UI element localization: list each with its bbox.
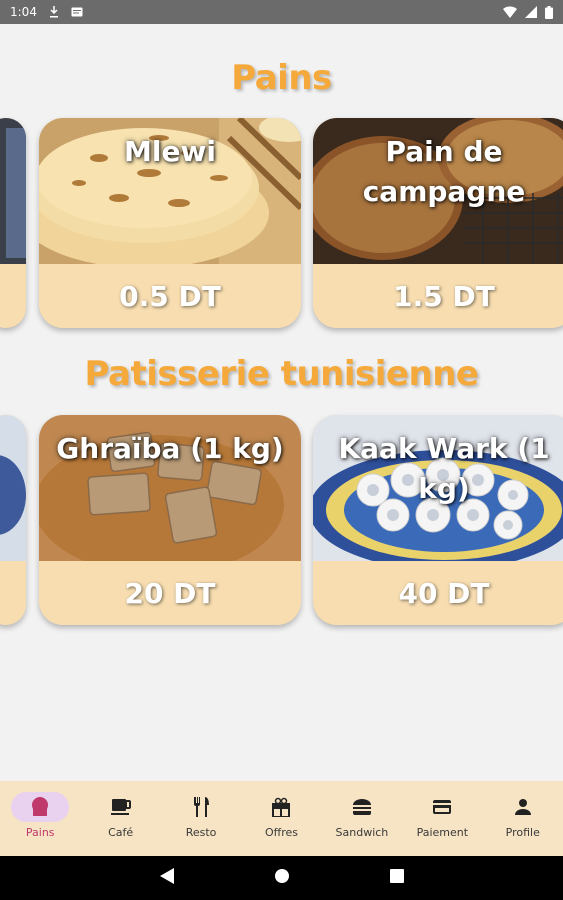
wifi-icon — [503, 6, 517, 18]
product-name: Mlewi — [124, 135, 216, 168]
battery-icon — [545, 5, 553, 19]
nav-item-sandwich[interactable]: Sandwich — [322, 781, 402, 856]
status-time: 1:04 — [10, 5, 37, 19]
nav-item-pains[interactable]: Pains — [0, 781, 80, 856]
product-card-partial[interactable] — [0, 118, 26, 328]
home-icon[interactable] — [274, 868, 290, 889]
download-icon — [49, 6, 59, 18]
bread-icon — [32, 797, 49, 816]
gift-icon — [272, 797, 291, 817]
section-title-patisserie: Patisserie tunisienne — [84, 354, 479, 394]
product-card-pain-de-campagne[interactable]: Pain de campagne 1.5 DT — [313, 118, 563, 328]
fork-knife-icon — [194, 797, 210, 817]
nav-item-offres[interactable]: Offres — [241, 781, 321, 856]
product-name: Ghraïba (1 kg) — [56, 432, 284, 465]
nav-label: Profile — [505, 826, 540, 839]
nav-label: Resto — [185, 826, 217, 839]
nav-item-cafe[interactable]: Café — [80, 781, 160, 856]
nav-item-profile[interactable]: Profile — [483, 781, 563, 856]
nav-item-paiement[interactable]: Paiement — [402, 781, 482, 856]
product-price: 1.5 DT — [313, 264, 563, 328]
coffee-cup-icon — [110, 799, 131, 815]
product-price: 40 DT — [313, 561, 563, 625]
credit-card-icon — [433, 800, 452, 814]
product-price: 20 DT — [39, 561, 301, 625]
section-title-pains: Pains — [231, 58, 332, 98]
product-card-mlewi[interactable]: Mlewi 0.5 DT — [39, 118, 301, 328]
nav-label: Offres — [264, 826, 298, 839]
nav-label: Paiement — [416, 826, 469, 839]
message-icon — [71, 7, 83, 17]
product-scroll-area[interactable]: Pains Mlewi 0.5 DT Pain de campagne 1.5 … — [0, 24, 563, 781]
product-card-kaak-wark[interactable]: Kaak Wark (1 kg) 40 DT — [313, 415, 563, 625]
status-bar: 1:04 — [0, 0, 563, 24]
back-icon[interactable] — [159, 867, 174, 889]
nav-label: Sandwich — [335, 826, 389, 839]
signal-icon — [525, 6, 537, 18]
nav-item-resto[interactable]: Resto — [161, 781, 241, 856]
product-name: Kaak Wark (1 kg) — [338, 432, 550, 505]
nav-label: Pains — [25, 826, 55, 839]
product-card-partial[interactable] — [0, 415, 26, 625]
system-navigation-bar — [0, 856, 563, 900]
product-card-ghraiba[interactable]: Ghraïba (1 kg) 20 DT — [39, 415, 301, 625]
person-icon — [514, 799, 531, 815]
nav-label: Café — [108, 826, 134, 839]
bottom-navigation: Pains Café Resto Offres Sandwich Paiemen… — [0, 781, 563, 856]
burger-icon — [352, 799, 371, 815]
recents-icon[interactable] — [389, 868, 404, 888]
product-name: Pain de campagne — [362, 135, 526, 208]
product-price: 0.5 DT — [39, 264, 301, 328]
